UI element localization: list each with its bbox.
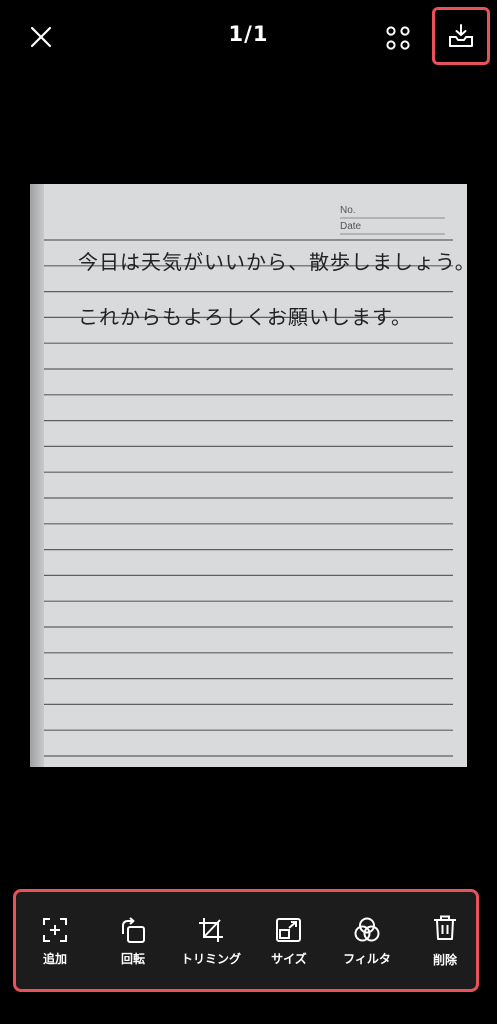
filter-button[interactable]: フィルタ bbox=[328, 916, 406, 967]
handwritten-line-1: 今日は天気がいいから、散歩しましょう。 bbox=[78, 250, 467, 274]
top-bar: 1/1 bbox=[0, 0, 497, 76]
grid-icon bbox=[386, 26, 410, 50]
download-tray-icon bbox=[449, 24, 473, 47]
delete-button[interactable]: 削除 bbox=[406, 914, 484, 968]
page-counter: 1/1 bbox=[228, 22, 269, 46]
size-label: サイズ bbox=[271, 952, 307, 966]
close-icon bbox=[30, 26, 52, 48]
add-button[interactable]: 追加 bbox=[16, 916, 94, 967]
crop-icon bbox=[199, 918, 223, 942]
add-frame-icon bbox=[43, 918, 67, 942]
document-preview: No. Date 今日は天気がいいから、散歩しましょう。 これからもよろしくお願… bbox=[30, 184, 467, 767]
rotate-icon bbox=[122, 917, 145, 943]
trash-icon bbox=[434, 915, 456, 940]
trim-button[interactable]: トリミング bbox=[172, 916, 250, 967]
bottom-toolbar: 追加 回転 トリミング サイズ フィルタ 削除 bbox=[13, 889, 479, 992]
rotate-button[interactable]: 回転 bbox=[94, 916, 172, 967]
rotate-label: 回転 bbox=[120, 952, 145, 966]
no-label: No. bbox=[340, 205, 356, 216]
resize-icon bbox=[276, 918, 301, 942]
close-button[interactable] bbox=[24, 20, 58, 54]
size-button[interactable]: サイズ bbox=[250, 916, 328, 967]
handwritten-line-2: これからもよろしくお願いします。 bbox=[78, 305, 412, 329]
filter-label: フィルタ bbox=[343, 952, 391, 966]
delete-label: 削除 bbox=[432, 953, 457, 967]
add-label: 追加 bbox=[42, 952, 67, 966]
date-label: Date bbox=[340, 221, 362, 232]
filter-icon bbox=[354, 917, 380, 942]
trim-label: トリミング bbox=[180, 952, 241, 966]
grid-view-button[interactable] bbox=[380, 20, 416, 56]
save-button[interactable] bbox=[432, 7, 490, 65]
